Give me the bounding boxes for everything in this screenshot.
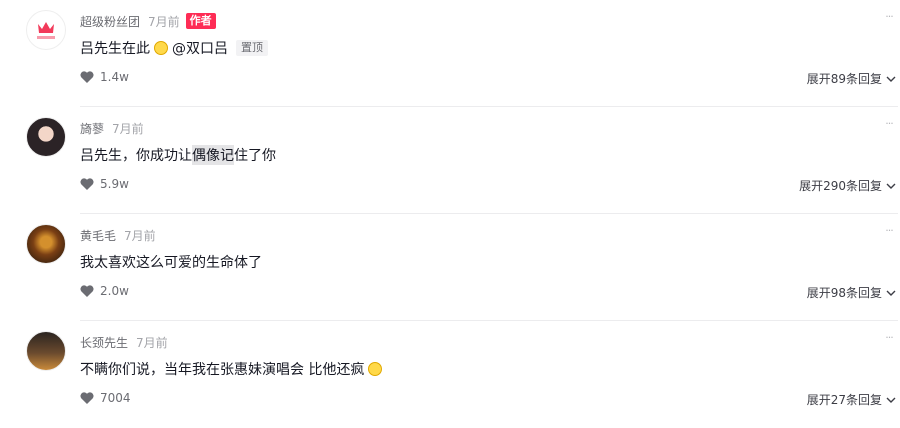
comment-text: 吕先生，你成功让 偶像记 住了你 — [80, 145, 276, 165]
username[interactable]: 超级粉丝团 — [80, 13, 140, 30]
expand-replies-label: 展开89条回复 — [806, 72, 882, 86]
avatar[interactable] — [26, 10, 66, 50]
avatar[interactable] — [26, 224, 66, 264]
heart-icon — [80, 71, 94, 83]
expand-replies-label: 展开98条回复 — [806, 286, 882, 300]
chevron-down-icon — [886, 397, 896, 403]
comment-text: 吕先生在此 @双口吕 置顶 — [80, 38, 268, 58]
expand-replies-button[interactable]: 展开27条回复 — [807, 391, 896, 408]
like-count: 2.0w — [100, 284, 129, 298]
timestamp: 7月前 — [124, 228, 156, 243]
expand-replies-button[interactable]: 展开89条回复 — [807, 70, 896, 87]
timestamp: 7月前 — [148, 14, 180, 29]
comment-item: 旖蓼 7月前 ··· 吕先生，你成功让 偶像记 住了你 5.9w 展开290条回复 — [0, 107, 900, 214]
timestamp: 7月前 — [136, 335, 168, 350]
comment-text-part: 住了你 — [234, 148, 276, 164]
username[interactable]: 旖蓼 — [80, 120, 104, 137]
like-count: 5.9w — [100, 177, 129, 191]
heart-icon — [80, 178, 94, 190]
more-dots-icon[interactable]: ··· — [882, 118, 896, 135]
selected-text: 偶像记 — [192, 145, 234, 165]
author-badge: 作者 — [185, 13, 216, 29]
timestamp: 7月前 — [112, 121, 144, 136]
like-button[interactable]: 7004 — [80, 391, 131, 405]
comment-meta: 黄毛毛 7月前 — [80, 226, 156, 244]
pinned-badge: 置顶 — [236, 40, 268, 56]
comment-item: 黄毛毛 7月前 ··· 我太喜欢这么可爱的生命体了 2.0w 展开98条回复 — [0, 214, 900, 321]
comment-meta: 长颈先生 7月前 — [80, 333, 168, 351]
expand-replies-button[interactable]: 展开98条回复 — [807, 284, 896, 301]
comment-text-part: 我太喜欢这么可爱的生命体了 — [80, 255, 262, 271]
comment-meta: 旖蓼 7月前 — [80, 119, 144, 137]
expand-replies-label: 展开27条回复 — [806, 393, 882, 407]
fan-club-logo-icon — [37, 22, 55, 39]
chevron-down-icon — [886, 76, 896, 82]
more-dots-icon[interactable]: ··· — [882, 225, 896, 242]
username[interactable]: 黄毛毛 — [80, 227, 116, 244]
mention-link[interactable]: @双口吕 — [172, 38, 228, 58]
avatar[interactable] — [26, 331, 66, 371]
emoji-icon — [368, 362, 383, 376]
comment-item: 长颈先生 7月前 ··· 不瞒你们说，当年我在张惠妹演唱会 比他还疯 7004 … — [0, 321, 900, 428]
comment-text-part: 不瞒你们说，当年我在张惠妹演唱会 比他还疯 — [80, 362, 365, 378]
emoji-icon — [154, 41, 168, 55]
like-button[interactable]: 2.0w — [80, 284, 129, 298]
heart-icon — [80, 285, 94, 297]
comment-text: 我太喜欢这么可爱的生命体了 — [80, 252, 262, 272]
chevron-down-icon — [886, 290, 896, 296]
comment-text-part: 吕先生在此 — [80, 41, 150, 57]
comment-text: 不瞒你们说，当年我在张惠妹演唱会 比他还疯 — [80, 359, 386, 379]
more-dots-icon[interactable]: ··· — [882, 332, 896, 349]
comment-item: 超级粉丝团 7月前 作者 ··· 吕先生在此 @双口吕 置顶 1.4w 展开89… — [0, 0, 900, 107]
chevron-down-icon — [886, 183, 896, 189]
like-count: 1.4w — [100, 70, 129, 84]
comment-meta: 超级粉丝团 7月前 作者 — [80, 12, 216, 30]
expand-replies-button[interactable]: 展开290条回复 — [799, 177, 896, 194]
username[interactable]: 长颈先生 — [80, 334, 128, 351]
like-button[interactable]: 1.4w — [80, 70, 129, 84]
more-dots-icon[interactable]: ··· — [882, 11, 896, 28]
heart-icon — [80, 392, 94, 404]
expand-replies-label: 展开290条回复 — [799, 179, 882, 193]
like-button[interactable]: 5.9w — [80, 177, 129, 191]
comment-text-part: 吕先生，你成功让 — [80, 148, 192, 164]
like-count: 7004 — [100, 391, 131, 405]
avatar[interactable] — [26, 117, 66, 157]
